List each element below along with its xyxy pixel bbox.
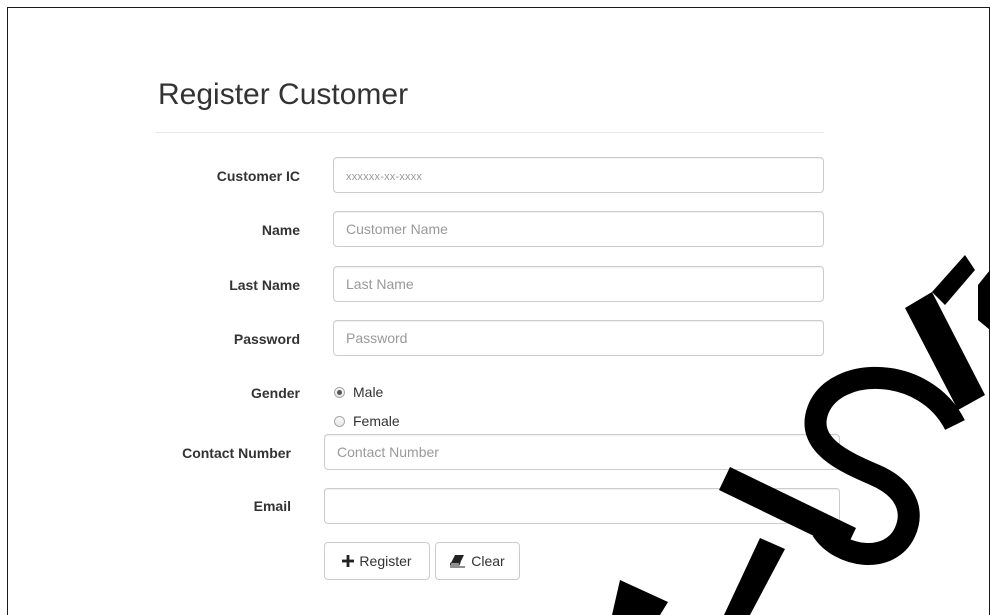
customer-ic-label: Customer IC [216,168,300,184]
last-name-label: Last Name [229,277,300,293]
gender-option-male[interactable]: Male [334,384,383,400]
name-label: Name [261,222,300,238]
gender-option-female[interactable]: Female [334,413,400,429]
email-label: Email [253,498,291,514]
radio-male[interactable] [334,386,345,398]
password-input[interactable] [333,320,824,356]
gender-option-female-label: Female [353,413,400,429]
customer-ic-input[interactable] [333,157,824,193]
clear-button[interactable]: Clear [435,542,520,580]
last-name-input[interactable] [333,266,824,302]
eraser-icon [450,554,466,568]
page-title: Register Customer [158,78,409,111]
title-divider [156,132,824,133]
register-button[interactable]: Register [324,542,430,580]
gender-option-male-label: Male [353,384,384,400]
password-label: Password [233,331,300,347]
email-input[interactable] [324,488,840,524]
radio-female[interactable] [334,415,345,427]
clear-button-label: Clear [471,553,505,569]
contact-number-input[interactable] [324,434,840,470]
gender-label: Gender [250,385,300,401]
name-input[interactable] [333,211,824,247]
plus-icon [342,555,355,567]
contact-number-label: Contact Number [182,445,291,461]
register-button-label: Register [359,553,412,569]
